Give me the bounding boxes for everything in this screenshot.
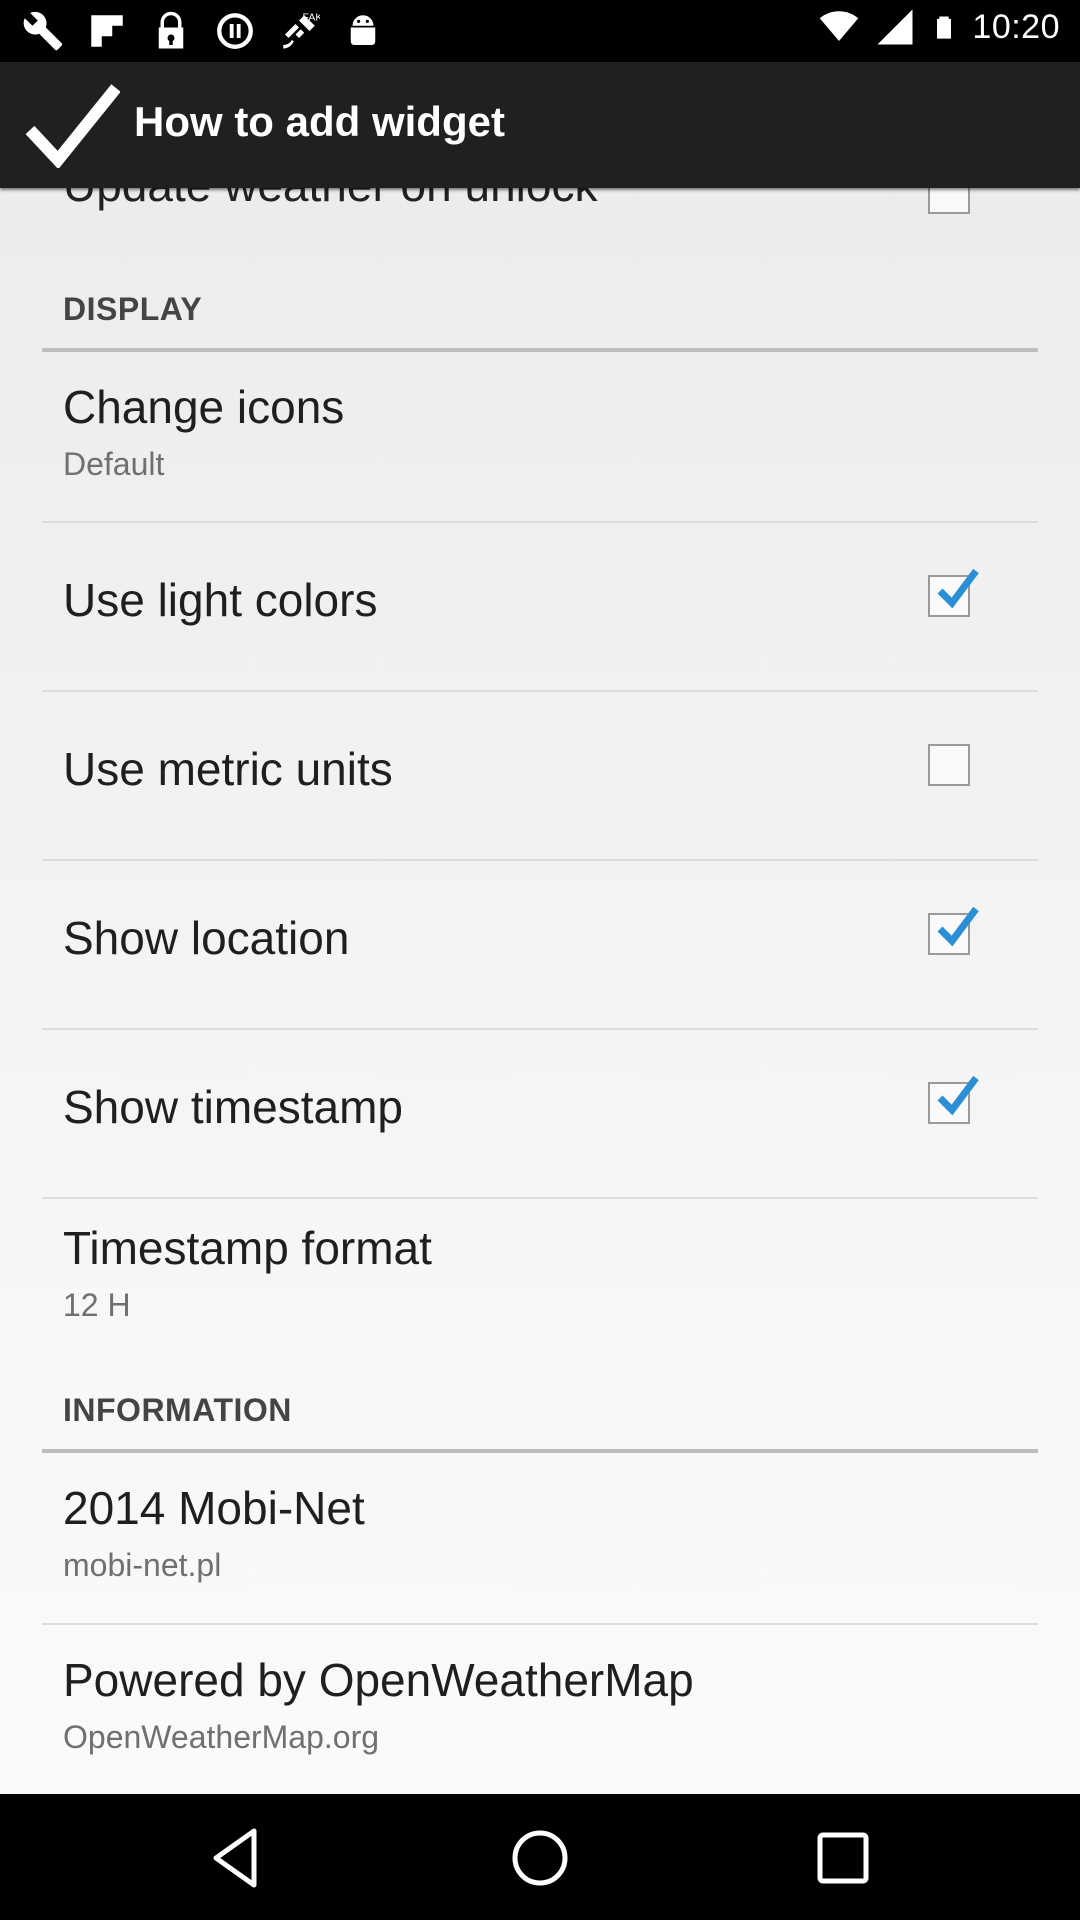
system-status: 10:20 xyxy=(818,6,1060,48)
checkmark-icon xyxy=(937,568,979,609)
setting-summary: Default xyxy=(63,446,165,482)
setting-title: Show timestamp xyxy=(63,1081,404,1133)
setting-show-location[interactable]: Show location xyxy=(0,861,1080,1028)
setting-title: Powered by OpenWeatherMap xyxy=(63,1654,694,1706)
checkbox-show-timestamp[interactable] xyxy=(928,1075,979,1124)
setting-summary: 12 H xyxy=(63,1287,131,1323)
checkmark-icon xyxy=(937,1075,979,1116)
setting-summary: OpenWeatherMap.org xyxy=(63,1719,380,1755)
setting-mobi-net[interactable]: 2014 Mobi-Net mobi-net.pl xyxy=(0,1453,1080,1611)
setting-powered-by[interactable]: Powered by OpenWeatherMap OpenWeatherMap… xyxy=(0,1625,1080,1785)
checkbox-show-location[interactable] xyxy=(928,906,979,955)
setting-title: Update weather on unlock xyxy=(63,188,597,212)
setting-timestamp-format[interactable]: Timestamp format 12 H xyxy=(0,1199,1080,1349)
setting-change-icons[interactable]: Change icons Default xyxy=(0,352,1080,510)
battery-icon xyxy=(937,16,952,39)
checkmark-icon xyxy=(937,906,979,947)
page-title: How to add widget xyxy=(134,98,505,145)
svg-text:FAKE: FAKE xyxy=(303,12,321,24)
checkbox-use-metric-units[interactable] xyxy=(928,744,970,786)
wrench-icon xyxy=(23,11,63,51)
settings-list[interactable]: Update weather on unlock DISPLAY Change … xyxy=(0,188,1080,1794)
checkbox-update-weather[interactable] xyxy=(928,188,970,214)
clock: 10:20 xyxy=(972,7,1060,46)
setting-title: Timestamp format xyxy=(63,1222,432,1274)
setting-title: Change icons xyxy=(63,381,345,433)
setting-summary: mobi-net.pl xyxy=(63,1547,222,1583)
flipboard-icon xyxy=(91,15,123,47)
setting-show-timestamp[interactable]: Show timestamp xyxy=(0,1030,1080,1197)
setting-title: 2014 Mobi-Net xyxy=(63,1482,365,1534)
notification-icons: FAKE xyxy=(22,10,384,52)
status-bar: FAKE 10:20 xyxy=(0,0,1080,62)
app-bar: How to add widget xyxy=(0,62,1080,188)
setting-update-weather-on-unlock[interactable]: Update weather on unlock xyxy=(0,188,1080,248)
section-header-display: DISPLAY xyxy=(63,291,203,327)
home-icon[interactable] xyxy=(505,1823,575,1893)
setting-use-metric-units[interactable]: Use metric units xyxy=(0,692,1080,859)
wifi-icon xyxy=(820,11,859,41)
android-icon xyxy=(350,15,376,45)
navigation-bar xyxy=(0,1794,1080,1920)
setting-title: Use light colors xyxy=(63,574,378,626)
setting-title: Show location xyxy=(63,912,350,964)
media-icon xyxy=(217,13,253,49)
recents-icon[interactable] xyxy=(808,1823,878,1893)
checkbox-use-light-colors[interactable] xyxy=(928,568,979,617)
back-icon[interactable] xyxy=(204,1823,274,1893)
setting-title: Use metric units xyxy=(63,743,393,795)
signal-icon xyxy=(877,9,913,45)
check-icon[interactable] xyxy=(24,82,120,168)
setting-use-light-colors[interactable]: Use light colors xyxy=(0,523,1080,690)
section-header-information: INFORMATION xyxy=(63,1392,292,1428)
fake-gps-icon: FAKE xyxy=(283,12,321,49)
lock-icon xyxy=(158,11,184,49)
